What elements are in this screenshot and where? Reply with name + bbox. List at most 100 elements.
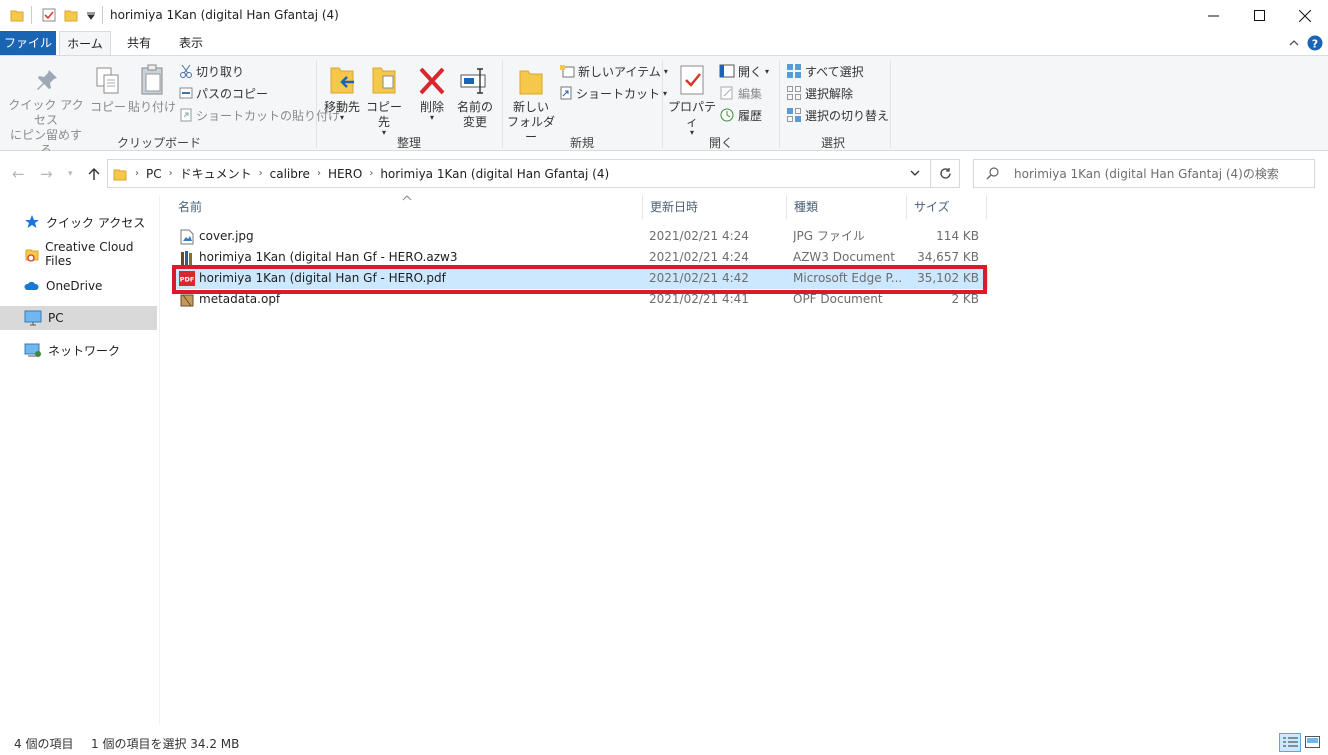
recent-locations-dropdown[interactable]: ▾: [68, 169, 73, 179]
books-file-icon: [181, 251, 192, 265]
column-header-date[interactable]: 更新日時: [642, 195, 786, 219]
address-history-chevron-icon[interactable]: [910, 170, 920, 177]
paste-label: 貼り付け: [128, 100, 177, 114]
refresh-icon: [940, 168, 951, 179]
copy-path-button[interactable]: パスのコピー: [179, 83, 268, 103]
large-icons-view-button[interactable]: [1303, 733, 1323, 752]
move-to-icon: [330, 67, 354, 94]
breadcrumb-documents[interactable]: ドキュメント: [180, 165, 252, 182]
star-icon: [25, 215, 39, 228]
rename-label-1: 名前の: [456, 100, 493, 114]
clipboard-group-label: クリップボード: [116, 136, 201, 150]
edit-label: 編集: [738, 86, 763, 101]
history-button[interactable]: 履歴: [719, 105, 762, 125]
copy-button[interactable]: コピー: [90, 66, 126, 115]
forward-button[interactable]: →: [40, 165, 53, 183]
scissors-icon: [180, 64, 192, 78]
breadcrumb-hero[interactable]: HERO: [328, 167, 362, 181]
up-arrow-icon[interactable]: [87, 167, 101, 181]
nav-item-onedrive[interactable]: OneDrive: [0, 274, 157, 298]
tab-home[interactable]: ホーム: [59, 31, 111, 56]
tab-view[interactable]: 表示: [168, 31, 214, 55]
column-header-size[interactable]: サイズ: [906, 195, 986, 219]
breadcrumb-calibre[interactable]: calibre: [270, 167, 310, 181]
open-button[interactable]: 開く ▾: [719, 61, 769, 81]
file-row[interactable]: cover.jpg 2021/02/21 4:24 JPG ファイル 114 K…: [172, 226, 988, 247]
edit-button[interactable]: 編集: [719, 83, 762, 103]
maximize-icon: [1253, 10, 1265, 21]
cut-button[interactable]: 切り取り: [179, 61, 244, 81]
search-input[interactable]: horimiya 1Kan (digital Han Gfantaj (4)の検…: [973, 159, 1315, 188]
properties-check-icon[interactable]: [42, 8, 56, 22]
navigation-pane: クイック アクセス Creative Cloud Files OneDrive …: [0, 195, 160, 725]
svg-text:?: ?: [1312, 38, 1318, 51]
tab-file[interactable]: ファイル: [0, 31, 56, 55]
column-header-type[interactable]: 種類: [786, 195, 906, 219]
search-placeholder: horimiya 1Kan (digital Han Gfantaj (4)の検…: [1014, 167, 1279, 181]
group-divider: [502, 60, 503, 148]
folder-icon: [113, 169, 127, 180]
column-divider[interactable]: [986, 195, 987, 219]
books-file-icon: [180, 294, 194, 307]
title-bar: horimiya 1Kan (digital Han Gfantaj (4): [0, 0, 1328, 31]
copy-icon: [96, 67, 119, 94]
refresh-button[interactable]: [930, 159, 960, 188]
maximize-button[interactable]: [1236, 0, 1282, 31]
group-divider: [890, 60, 891, 148]
paste-button[interactable]: 貼り付け: [128, 64, 176, 115]
open-icon: [719, 64, 735, 78]
easy-access-button[interactable]: ショートカット ▾: [559, 83, 667, 103]
select-all-icon: [787, 64, 801, 78]
breadcrumb-pc[interactable]: PC: [146, 167, 162, 181]
pin-quick-access-button[interactable]: クイック アクセス にピン留めする: [6, 68, 86, 158]
close-button[interactable]: [1282, 0, 1328, 31]
open-group-label: 開く: [708, 136, 733, 150]
copy-to-button[interactable]: コピー先 ▾: [363, 64, 405, 137]
new-item-label: 新しいアイテム: [578, 64, 661, 79]
tab-share[interactable]: 共有: [116, 31, 162, 55]
new-folder-icon[interactable]: [64, 8, 78, 22]
network-icon: [24, 343, 41, 357]
customize-dropdown-icon[interactable]: [86, 12, 96, 20]
move-to-button[interactable]: 移動先 ▾: [321, 64, 363, 122]
select-none-button[interactable]: 選択解除: [786, 83, 853, 103]
nav-item-label: PC: [48, 311, 64, 325]
computer-icon: [24, 310, 42, 326]
pin-icon: [37, 70, 57, 90]
address-bar[interactable]: › PC › ドキュメント › calibre › HERO › horimiy…: [107, 159, 960, 188]
ribbon-tabs: ファイル ホーム 共有 表示 ?: [0, 31, 1328, 56]
new-item-button[interactable]: 新しいアイテム ▾: [559, 61, 668, 81]
history-icon: [720, 108, 734, 122]
back-button[interactable]: ←: [12, 165, 25, 183]
properties-label: プロパティ: [667, 100, 716, 129]
divider: [31, 6, 32, 24]
new-folder-icon: [519, 70, 543, 95]
help-icon[interactable]: ?: [1307, 35, 1323, 51]
minimize-button[interactable]: [1190, 0, 1236, 31]
breadcrumb-current-folder[interactable]: horimiya 1Kan (digital Han Gfantaj (4): [380, 167, 609, 181]
select-all-label: すべて選択: [805, 64, 864, 79]
invert-selection-button[interactable]: 選択の切り替え: [786, 105, 889, 125]
history-label: 履歴: [738, 108, 763, 123]
nav-item-label: Creative Cloud Files: [45, 240, 134, 268]
nav-item-label: OneDrive: [46, 279, 103, 293]
properties-button[interactable]: プロパティ ▾: [667, 64, 717, 137]
status-bar: 4 個の項目 1 個の項目を選択 34.2 MB: [0, 729, 1328, 755]
nav-item-label: クイック アクセス: [46, 215, 146, 230]
copy-to-label: コピー先: [365, 100, 402, 129]
folder-icon[interactable]: [10, 8, 24, 22]
nav-item-creative-cloud[interactable]: Creative Cloud Files: [0, 240, 157, 268]
nav-item-pc[interactable]: PC: [0, 306, 157, 330]
file-size: 114 KB: [936, 229, 979, 243]
nav-item-network[interactable]: ネットワーク: [0, 338, 157, 362]
details-view-button[interactable]: [1279, 733, 1301, 752]
column-header-name[interactable]: 名前: [170, 195, 642, 219]
nav-item-quick-access[interactable]: クイック アクセス: [0, 210, 157, 234]
group-divider: [316, 60, 317, 148]
rename-label-2: 変更: [462, 115, 487, 129]
select-none-label: 選択解除: [805, 86, 854, 101]
delete-button[interactable]: 削除 ▾: [414, 66, 450, 122]
rename-button[interactable]: 名前の 変更: [454, 66, 496, 130]
collapse-ribbon-icon[interactable]: [1289, 39, 1299, 46]
select-all-button[interactable]: すべて選択: [786, 61, 864, 81]
